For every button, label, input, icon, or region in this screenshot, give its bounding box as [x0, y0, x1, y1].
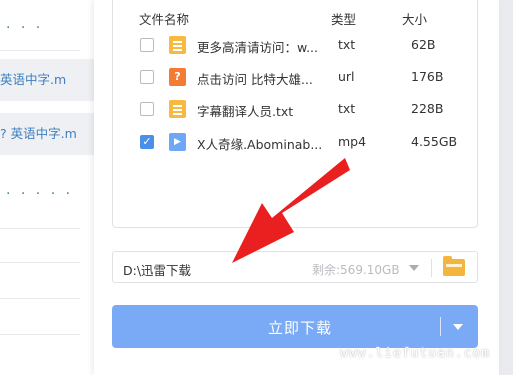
arrow-shape	[232, 158, 350, 263]
watermark-text: www.liefutuan.com	[340, 346, 491, 361]
red-arrow-annotation	[232, 158, 350, 263]
